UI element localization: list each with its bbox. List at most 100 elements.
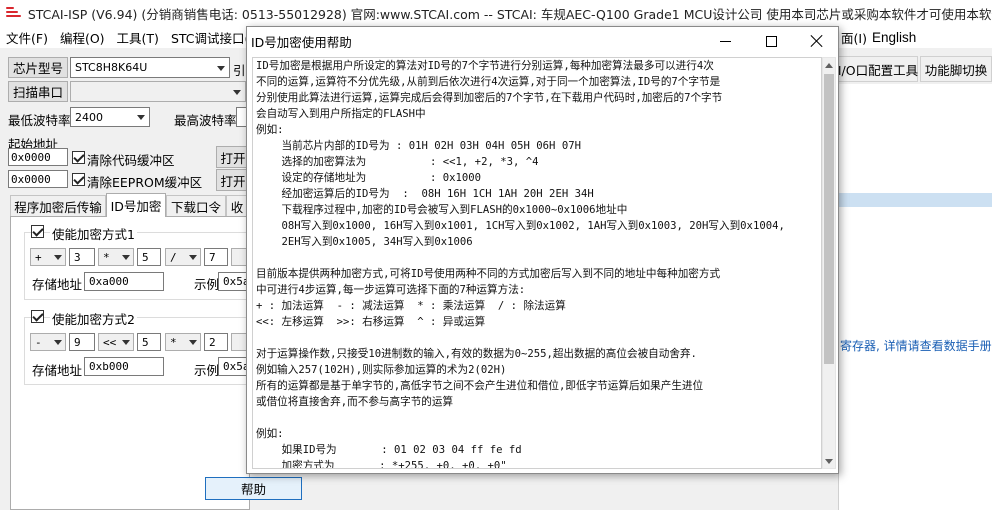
scroll-up-arrow-icon[interactable] [823,58,835,72]
method-1-operand-1-input[interactable]: 3 [69,248,95,266]
eeprom-address-input[interactable]: 0x0000 [8,170,68,188]
code-address-input[interactable]: 0x0000 [8,148,68,166]
method-2-op-3-select[interactable]: * [165,333,201,351]
method-1-op-1-select[interactable]: + [30,248,66,266]
minimize-icon [719,40,731,42]
maximize-button[interactable] [748,27,794,55]
method-1-op-3-select[interactable]: / [165,248,201,266]
help-line: 所有的运算都是基于单字节的,高低字节之间不会产生进位和借位,即低字节运算后如果产… [256,380,704,392]
method-2-operand-1-input[interactable]: 9 [69,333,95,351]
op-value: << [103,335,117,349]
op-value: - [35,335,42,349]
close-icon [810,34,824,48]
chevron-down-icon [233,89,241,95]
store-address-value: 0xb000 [89,360,129,373]
method-2-operand-3-input[interactable]: 2 [204,333,228,351]
tab-more[interactable]: 收 [226,195,248,217]
tab-download-password[interactable]: 下载口令 [166,195,226,217]
clear-code-checkbox[interactable] [72,151,85,164]
chevron-down-icon [54,340,62,345]
menu-english[interactable]: English [866,30,922,45]
menu-file[interactable]: 文件(F) [0,28,54,47]
selected-row-highlight [838,193,992,207]
operand-value: 5 [142,335,149,349]
chip-trail-label: 引 [233,63,246,78]
method-2-store-label: 存储地址 [32,363,83,378]
method-1-operand-2-input[interactable]: 5 [137,248,161,266]
scroll-thumb[interactable] [824,74,834,364]
stc-logo-icon [6,6,22,20]
close-button[interactable] [794,27,840,55]
op-value: * [170,335,177,349]
help-line: 会自动写入到用户所指定的FLASH中 [256,108,426,120]
help-line: 2EH写入到0x1005, 34H写入到0x1006 [256,236,473,248]
method-2-op-1-select[interactable]: - [30,333,66,351]
method-2-operand-2-input[interactable]: 5 [137,333,161,351]
method-2-example-label: 示例 [194,363,220,378]
chevron-down-icon [137,115,145,120]
help-line: 加密方式为 : *+255, +0, +0, +0" [256,460,507,469]
tab-encrypted-transfer[interactable]: 程序加密后传输 [10,195,106,217]
chevron-down-icon [54,255,62,260]
help-line: 例如: [256,124,284,136]
minimize-button[interactable] [702,27,748,55]
help-line: + : 加法运算 - : 减法运算 * : 乘法运算 / : 除法运算 [256,300,566,312]
operand-value: 5 [142,250,149,264]
enable-method-1-checkbox[interactable] [31,225,44,238]
clear-eeprom-checkbox[interactable] [72,173,85,186]
menu-debug-interface[interactable]: STC调试接口( [165,28,255,47]
help-text-area[interactable]: ID号加密是根据用户所设定的算法对ID号的7个字节进行分别运算,每种加密算法最多… [252,57,822,469]
min-baud-value: 2400 [75,110,103,124]
op-value: + [35,250,42,264]
register-hint-text: 寄存器, 详情请查看数据手册 [840,339,992,353]
min-baud-label: 最低波特率 [8,113,71,128]
help-line: 当前芯片内部的ID号为 : 01H 02H 03H 04H 05H 06H 07… [256,140,581,152]
help-line: 例如: [256,428,284,440]
help-button[interactable]: 帮助 [205,477,302,500]
scroll-down-arrow-icon[interactable] [823,454,835,468]
method-1-operand-3-input[interactable]: 7 [204,248,228,266]
help-line: 中可进行4步运算,每一步运算可选择下面的7种运算方法: [256,284,526,296]
clear-code-label: 清除代码缓冲区 [87,153,175,168]
chevron-down-icon [189,340,197,345]
app-title: STCAI-ISP (V6.94) (分销商销售电话: 0513-5501292… [27,6,992,22]
chevron-down-icon [189,255,197,260]
open-eeprom-button[interactable]: 打开 [216,169,250,191]
help-line: 目前版本提供两种加密方式,可将ID号使用两种不同的方式加密后写入到不同的地址中每… [256,268,721,280]
operand-value: 9 [74,335,81,349]
store-address-value: 0xa000 [89,275,129,288]
method-2-op-2-select[interactable]: << [98,333,134,351]
help-line: <<: 左移运算 >>: 右移运算 ^ : 异或运算 [256,316,486,328]
chip-model-button[interactable]: 芯片型号 [8,57,68,78]
enable-method-2-label: 使能加密方式2 [50,309,137,328]
method-1-store-address-input[interactable]: 0xa000 [84,272,164,291]
help-line: 例如输入257(102H),则实际参加运算的术为2(02H) [256,364,507,376]
enable-method-1-label: 使能加密方式1 [50,224,137,243]
right-content-area [838,84,992,510]
method-1-example-input[interactable]: 0x5a [218,272,250,291]
scan-port-button[interactable]: 扫描串口 [8,81,68,102]
tab-id-encryption[interactable]: ID号加密 [106,193,166,217]
method-2-example-input[interactable]: 0x5a [218,357,250,376]
menu-tools[interactable]: 工具(T) [111,28,165,47]
help-line: 设定的存储地址为 : 0x1000 [256,172,482,184]
dialog-title: ID号加密使用帮助 [251,34,352,50]
min-baud-select[interactable]: 2400 [70,107,150,127]
max-baud-label: 最高波特率 [174,113,237,128]
method-1-op-2-select[interactable]: * [98,248,134,266]
help-line: 或借位将直接舍弃,而不参与高字节的运算 [256,396,454,408]
open-code-button[interactable]: 打开 [216,146,250,168]
pin-switch-button[interactable]: 功能脚切换 [920,56,992,82]
method-2-store-address-input[interactable]: 0xb000 [84,357,164,376]
app-titlebar: STCAI-ISP (V6.94) (分销商销售电话: 0513-5501292… [0,0,992,26]
menu-program[interactable]: 编程(O) [54,28,111,47]
port-select[interactable] [70,81,246,102]
vertical-scrollbar[interactable] [822,57,836,469]
help-line: 08H写入到0x1000, 16H写入到0x1001, 1CH写入到0x1002… [256,220,785,232]
chip-model-select[interactable]: STC8H8K64U [70,57,230,78]
maximize-icon [765,35,777,47]
op-value: / [170,250,177,264]
enable-method-2-checkbox[interactable] [31,310,44,323]
io-config-tool-button[interactable]: I/O口配置工具 [838,56,918,82]
chevron-down-icon [122,255,130,260]
